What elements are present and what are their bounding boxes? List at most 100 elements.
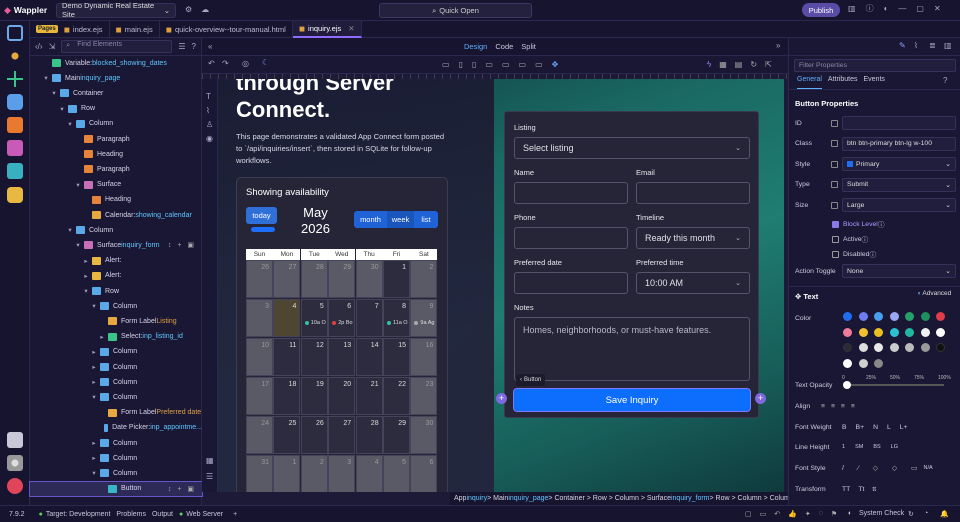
calendar-day-cell[interactable]: 17 (246, 377, 273, 415)
tree-item[interactable]: ▾ Row (30, 102, 202, 116)
weight-option[interactable]: B (842, 424, 847, 431)
quick-open-search[interactable]: ⌕ Quick Open (379, 3, 532, 18)
calendar-day-cell[interactable]: 29 (328, 260, 356, 298)
transform-option[interactable]: tt (872, 486, 876, 493)
help-icon[interactable]: ? (943, 77, 947, 85)
chevron-down-icon[interactable]: ▾ (90, 393, 98, 401)
color-swatch[interactable] (858, 358, 868, 368)
color-swatch[interactable] (843, 312, 852, 321)
chat-icon[interactable]: ◌ (819, 510, 823, 518)
tree-item[interactable]: ▾ Column (30, 466, 202, 480)
problems-tab[interactable]: Problems (116, 511, 146, 518)
tree-item[interactable]: Variable: blocked_showing_dates (30, 56, 202, 70)
tab-inquiry[interactable]: ◼ inquiry.ejs ✕ (292, 20, 362, 38)
color-swatch[interactable] (858, 327, 868, 337)
minimize-icon[interactable]: — (898, 5, 906, 13)
transform-option[interactable]: Tt (858, 486, 864, 493)
property-value-style[interactable]: Primary ⌄ (842, 157, 956, 171)
calendar-day-cell[interactable]: 26 (246, 260, 273, 298)
weight-option[interactable]: B+ (856, 424, 865, 431)
extensions-icon[interactable] (7, 432, 23, 448)
eye-icon[interactable]: ◉ (206, 135, 213, 143)
calendar-day-cell[interactable]: 10 (246, 338, 273, 376)
color-swatch[interactable] (889, 327, 899, 337)
refresh-icon[interactable]: ↻ (908, 510, 914, 518)
breadcrumb-segment[interactable]: inquiry_form (671, 495, 710, 502)
calendar-day-cell[interactable]: 28 (300, 260, 328, 298)
chevron-right-icon[interactable]: ▸ (90, 378, 98, 386)
device-laptop-icon[interactable]: ▭ (502, 60, 510, 69)
calendar-day-cell[interactable]: 27 (328, 416, 356, 454)
chevron-right-icon[interactable]: ▸ (82, 257, 90, 265)
list-icon[interactable]: ☰ (206, 473, 213, 481)
option-checkbox[interactable]: Active ⓘ (832, 232, 960, 246)
color-swatch[interactable] (874, 358, 883, 368)
close-icon[interactable]: ✕ (934, 5, 941, 13)
calendar-event[interactable]: 9a Ag (414, 320, 434, 326)
calendar-event[interactable]: 2p Bo (332, 320, 353, 326)
chevron-down-icon[interactable]: ▾ (66, 226, 74, 234)
align-icons[interactable]: ≡≡≡≡ (821, 403, 861, 410)
tree-item[interactable]: Heading (30, 147, 202, 161)
color-swatch[interactable] (874, 343, 883, 352)
name-input[interactable] (514, 182, 628, 204)
calendar-day-cell[interactable]: 5 (383, 455, 410, 492)
property-value-type[interactable]: Submit ⌄ (842, 177, 956, 192)
tree-item[interactable]: ▸ Alert: (30, 269, 202, 283)
insert-after-icon[interactable]: + (755, 393, 766, 404)
calendar-day-cell[interactable]: 3 (246, 299, 273, 337)
tree-item[interactable]: ▾ Column (30, 117, 202, 131)
device-wide-icon[interactable]: ▭ (535, 60, 543, 69)
tree-item[interactable]: Form Label Listing (30, 314, 202, 328)
add-icon[interactable]: + (233, 511, 237, 518)
tree-item[interactable]: ▸ Column (30, 345, 202, 359)
chevron-down-icon[interactable]: ▾ (74, 241, 82, 249)
calendar-day-cell[interactable]: 25 (273, 416, 301, 454)
publish-button[interactable]: Publish (802, 3, 840, 17)
tab-attributes[interactable]: Attributes (828, 76, 858, 89)
chevron-right-icon[interactable]: » (776, 42, 780, 50)
brush-icon[interactable]: ⌇ (206, 107, 210, 115)
color-swatch[interactable] (843, 327, 852, 337)
chevron-down-icon[interactable]: ▾ (90, 469, 98, 477)
camera-icon[interactable]: ◎ (242, 60, 249, 68)
weight-option[interactable]: L+ (900, 424, 908, 431)
layout-icon[interactable]: ▥ (848, 5, 856, 13)
bot-icon[interactable] (7, 187, 23, 203)
tree-item[interactable]: Paragraph (30, 162, 202, 176)
color-swatch[interactable] (920, 343, 930, 352)
account-icon[interactable] (7, 478, 23, 494)
tree-item[interactable]: ▾ Surface inquiry_form ↕ + ▣ (30, 238, 202, 252)
tree-item[interactable]: ▾ Row (30, 284, 202, 298)
layers-icon[interactable]: ≣ (929, 42, 936, 50)
code-mode-tab[interactable]: Code (495, 42, 513, 51)
tree-item[interactable]: ▾ Main inquiry_page (30, 71, 202, 85)
panel-icon[interactable]: ▢ (745, 510, 752, 518)
today-button[interactable]: today (246, 207, 277, 224)
chevron-right-icon[interactable]: ▸ (98, 333, 106, 341)
calendar-day-cell[interactable]: 29 (383, 416, 410, 454)
find-elements-input[interactable]: ⌕ Find Elements (61, 40, 173, 53)
tree-item[interactable]: Calendar: showing_calendar (30, 208, 202, 222)
moon-icon[interactable]: ☾ (262, 59, 269, 67)
tab-events[interactable]: Events (863, 76, 884, 89)
calendar-day-cell[interactable]: 15 (383, 338, 410, 376)
gear-icon[interactable] (7, 455, 23, 471)
grid-icon[interactable]: ▦ (719, 60, 727, 69)
chevron-right-icon[interactable]: ▸ (90, 348, 98, 356)
property-value-class[interactable]: btn btn-primary btn-lg w-100 (842, 136, 956, 151)
action-toggle-select[interactable]: None ⌄ (842, 264, 956, 278)
chevron-down-icon[interactable]: ▾ (90, 302, 98, 310)
color-swatch[interactable] (905, 312, 914, 321)
calendar-day-cell[interactable]: 4 (355, 455, 383, 492)
redo-icon[interactable]: ↷ (222, 60, 229, 68)
design-icon[interactable] (7, 140, 23, 156)
week-view-button[interactable]: week (387, 211, 414, 228)
color-swatch[interactable] (905, 327, 914, 337)
chevron-down-icon[interactable]: ▾ (50, 89, 58, 97)
tree-item[interactable]: ▸ Column (30, 360, 202, 374)
design-mode-tab[interactable]: Design (464, 42, 487, 51)
calendar-day-cell[interactable]: 30 (355, 260, 383, 298)
calendar-day-cell[interactable]: 9 9a Ag (410, 299, 438, 337)
property-value-size[interactable]: Large ⌄ (842, 198, 956, 212)
